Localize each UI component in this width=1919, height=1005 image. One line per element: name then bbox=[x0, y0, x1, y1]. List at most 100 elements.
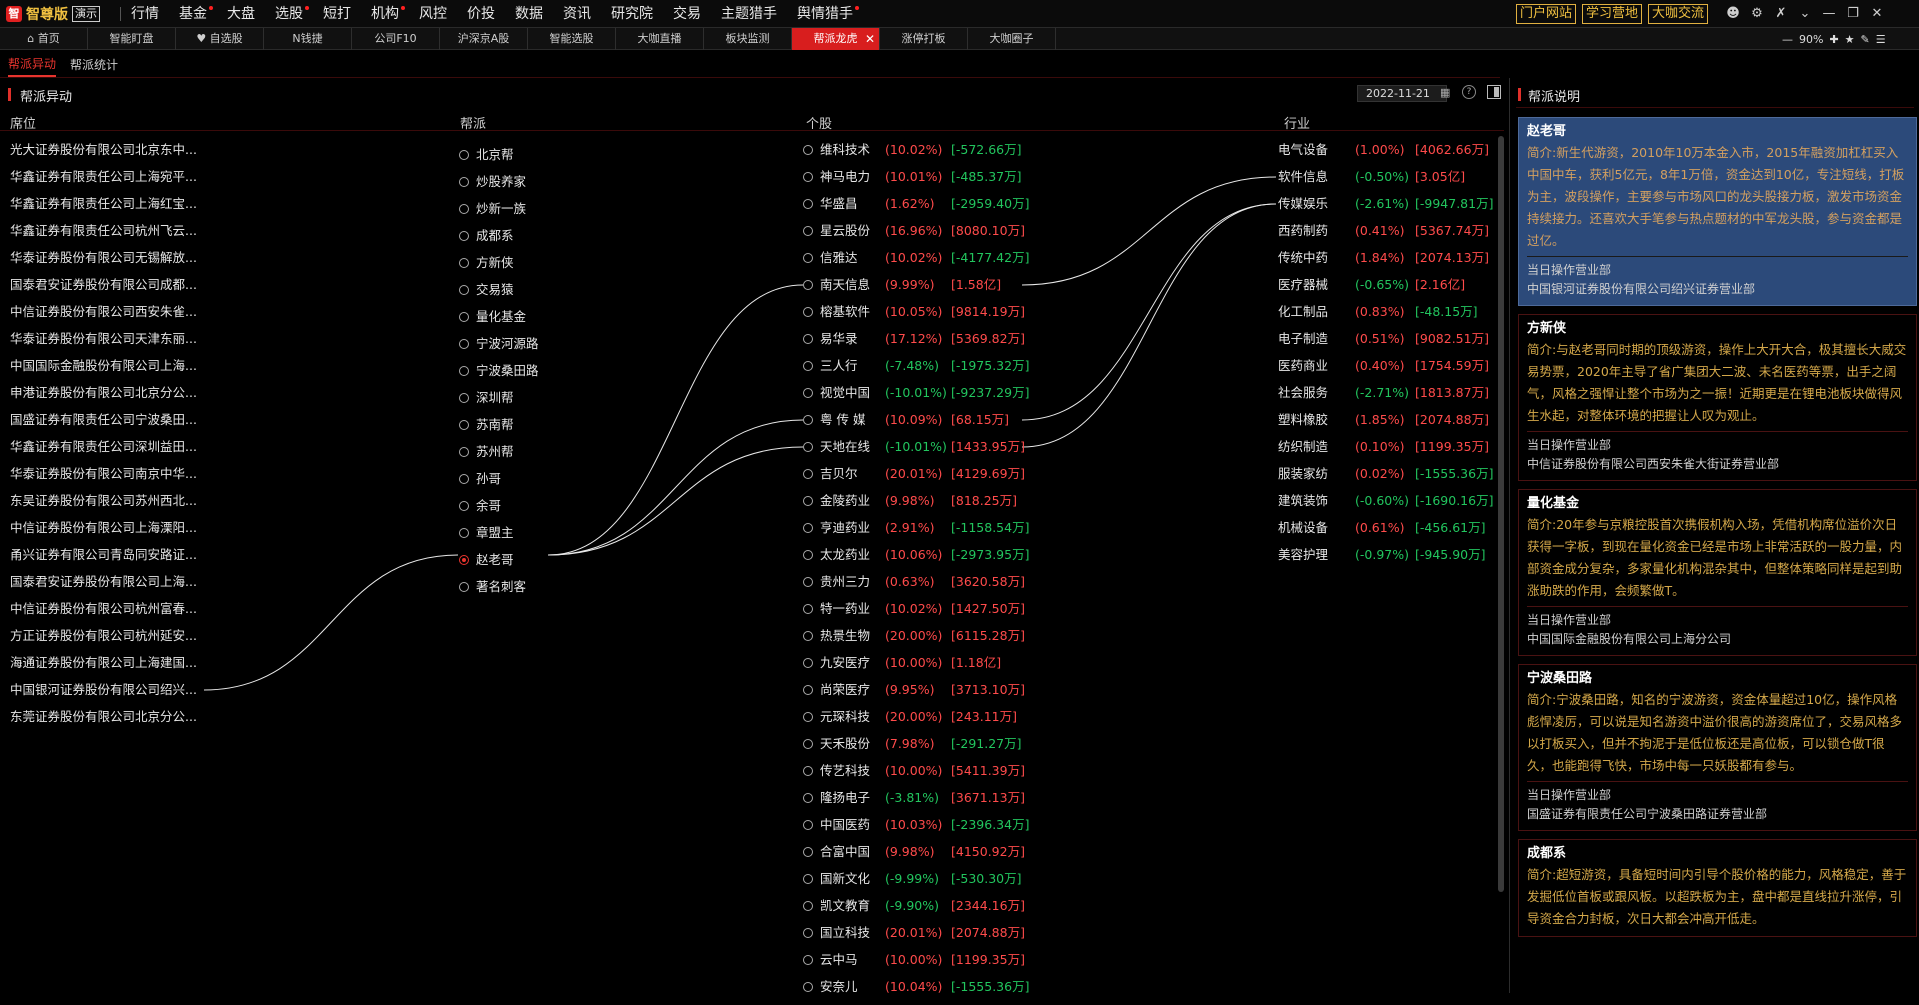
stock-item[interactable]: 云中马 (10.00%) [1199.35万] bbox=[803, 951, 1025, 978]
stock-item[interactable]: 特一药业 (10.02%) [1427.50万] bbox=[803, 600, 1025, 627]
gang-item[interactable]: 苏州帮 bbox=[459, 438, 539, 465]
tab-10[interactable]: 涨停打板 bbox=[880, 28, 968, 50]
stock-item[interactable]: 九安医疗 (10.00%) [1.18亿] bbox=[803, 654, 1023, 681]
seat-item[interactable]: 国泰君安证券股份有限公司上海... bbox=[10, 573, 197, 600]
tab-4[interactable]: 公司F10 bbox=[352, 28, 440, 50]
seat-item[interactable]: 华鑫证券有限责任公司杭州飞云... bbox=[10, 222, 197, 249]
stock-item[interactable]: 元琛科技 (20.00%) [243.11万] bbox=[803, 708, 1023, 735]
gang-radio[interactable] bbox=[459, 446, 469, 457]
industry-item[interactable]: 社会服务 (-2.71%) [1813.87万] bbox=[1276, 384, 1498, 411]
stock-radio[interactable] bbox=[803, 766, 813, 776]
gang-item[interactable]: 余哥 bbox=[459, 492, 539, 519]
tab-11[interactable]: 大咖圈子 bbox=[968, 28, 1056, 50]
stock-item[interactable]: 国立科技 (20.01%) [2074.88万] bbox=[803, 924, 1025, 951]
stock-item[interactable]: 传艺科技 (10.00%) [5411.39万] bbox=[803, 762, 1025, 789]
seat-item[interactable]: 国盛证券有限责任公司宁波桑田... bbox=[10, 411, 197, 438]
stock-item[interactable]: 吉贝尔 (20.01%) [4129.69万] bbox=[803, 465, 1025, 492]
gang-item[interactable]: 赵老哥 bbox=[459, 546, 539, 573]
gang-item[interactable]: 方新侠 bbox=[459, 249, 539, 276]
stock-radio[interactable] bbox=[803, 415, 813, 425]
industry-item[interactable]: 软件信息 (-0.50%) [3.05亿] bbox=[1276, 168, 1498, 195]
gang-radio[interactable] bbox=[459, 338, 469, 349]
menu-item-4[interactable]: 短打 bbox=[313, 0, 361, 28]
stock-item[interactable]: 粤 传 媒 (10.09%) [68.15万] bbox=[803, 411, 1023, 438]
tab-6[interactable]: 智能选股 bbox=[528, 28, 616, 50]
edit-icon[interactable]: ✎ bbox=[1861, 33, 1870, 46]
industry-item[interactable]: 美容护理 (-0.97%) [-945.90万] bbox=[1276, 546, 1498, 573]
menu-item-5[interactable]: 机构 bbox=[361, 0, 409, 28]
stock-radio[interactable] bbox=[803, 847, 813, 857]
gang-radio[interactable] bbox=[459, 527, 469, 538]
industry-item[interactable]: 医药商业 (0.40%) [1754.59万] bbox=[1276, 357, 1498, 384]
restore-icon[interactable]: ❐ bbox=[1844, 4, 1862, 22]
industry-item[interactable]: 电气设备 (1.00%) [4062.66万] bbox=[1276, 141, 1498, 168]
stock-radio[interactable] bbox=[803, 793, 813, 803]
gang-radio[interactable] bbox=[459, 365, 469, 376]
seat-item[interactable]: 方正证券股份有限公司杭州延安... bbox=[10, 627, 197, 654]
stock-radio[interactable] bbox=[803, 604, 813, 614]
settings-icon[interactable]: ⚙ bbox=[1748, 4, 1766, 22]
seat-item[interactable]: 光大证券股份有限公司北京东中... bbox=[10, 141, 197, 168]
stock-radio[interactable] bbox=[803, 172, 813, 182]
gang-card[interactable]: 宁波桑田路 简介:宁波桑田路，知名的宁波游资，资金体量超过10亿，操作风格彪悍凌厉… bbox=[1518, 664, 1917, 831]
gang-radio[interactable] bbox=[459, 473, 469, 484]
industry-item[interactable]: 纺织制造 (0.10%) [1199.35万] bbox=[1276, 438, 1498, 465]
stock-radio[interactable] bbox=[803, 901, 813, 911]
stock-item[interactable]: 凯文教育 (-9.90%) [2344.16万] bbox=[803, 897, 1025, 924]
stock-radio[interactable] bbox=[803, 145, 813, 155]
gang-radio[interactable] bbox=[459, 554, 469, 565]
stock-radio[interactable] bbox=[803, 874, 813, 884]
zoom-out-icon[interactable]: — bbox=[1782, 33, 1793, 46]
stock-item[interactable]: 三人行 (-7.48%) [-1975.32万] bbox=[803, 357, 1029, 384]
help-icon[interactable]: ? bbox=[1462, 85, 1476, 99]
industry-item[interactable]: 电子制造 (0.51%) [9082.51万] bbox=[1276, 330, 1498, 357]
tab-5[interactable]: 沪深京A股 bbox=[440, 28, 528, 50]
stock-radio[interactable] bbox=[803, 550, 813, 560]
stock-radio[interactable] bbox=[803, 226, 813, 236]
close-tab-icon[interactable]: ✕ bbox=[865, 28, 875, 50]
seat-item[interactable]: 国泰君安证券股份有限公司成都... bbox=[10, 276, 197, 303]
menu-item-9[interactable]: 资讯 bbox=[553, 0, 601, 28]
stock-item[interactable]: 安奈儿 (10.04%) [-1555.36万] bbox=[803, 978, 1029, 1005]
learning-link[interactable]: 学习营地 bbox=[1582, 4, 1643, 24]
stock-item[interactable]: 热景生物 (20.00%) [6115.28万] bbox=[803, 627, 1025, 654]
stock-radio[interactable] bbox=[803, 631, 813, 641]
tab-0[interactable]: ⌂ 首页 bbox=[0, 28, 88, 50]
stock-radio[interactable] bbox=[803, 469, 813, 479]
calendar-icon[interactable]: ▦ bbox=[1440, 86, 1450, 99]
gang-radio[interactable] bbox=[459, 419, 469, 430]
seat-item[interactable]: 华泰证券股份有限公司南京中华... bbox=[10, 465, 197, 492]
subtab-gang-moves[interactable]: 帮派异动 bbox=[8, 53, 57, 77]
stock-item[interactable]: 中国医药 (10.03%) [-2396.34万] bbox=[803, 816, 1029, 843]
stock-radio[interactable] bbox=[803, 361, 813, 371]
user-icon[interactable]: ☻ bbox=[1724, 4, 1742, 22]
stock-radio[interactable] bbox=[803, 658, 813, 668]
seat-item[interactable]: 华泰证券股份有限公司无锡解放... bbox=[10, 249, 197, 276]
scrollbar[interactable] bbox=[1498, 136, 1504, 892]
industry-item[interactable]: 塑料橡胶 (1.85%) [2074.88万] bbox=[1276, 411, 1498, 438]
stock-radio[interactable] bbox=[803, 982, 813, 992]
seat-item[interactable]: 中国银河证券股份有限公司绍兴... bbox=[10, 681, 197, 708]
layout-toggle-icon[interactable] bbox=[1487, 85, 1501, 99]
gang-radio[interactable] bbox=[459, 392, 469, 403]
menu-item-11[interactable]: 交易 bbox=[663, 0, 711, 28]
gang-item[interactable]: 交易猿 bbox=[459, 276, 539, 303]
stock-item[interactable]: 南天信息 (9.99%) [1.58亿] bbox=[803, 276, 1023, 303]
zoom-in-icon[interactable]: ✚ bbox=[1829, 33, 1838, 46]
stock-radio[interactable] bbox=[803, 685, 813, 695]
gang-card[interactable]: 成都系 简介:超短游资，具备短时间内引导个股价格的能力，风格稳定，善于发掘低位首板… bbox=[1518, 839, 1917, 937]
stock-item[interactable]: 维科技术 (10.02%) [-572.66万] bbox=[803, 141, 1023, 168]
stock-radio[interactable] bbox=[803, 577, 813, 587]
unlink-icon[interactable]: ✗ bbox=[1772, 4, 1790, 22]
stock-item[interactable]: 隆扬电子 (-3.81%) [3671.13万] bbox=[803, 789, 1025, 816]
industry-item[interactable]: 西药制药 (0.41%) [5367.74万] bbox=[1276, 222, 1498, 249]
seat-item[interactable]: 东莞证券股份有限公司北京分公... bbox=[10, 708, 197, 735]
stock-item[interactable]: 国新文化 (-9.99%) [-530.30万] bbox=[803, 870, 1023, 897]
tab-2[interactable]: ♥ 自选股 bbox=[176, 28, 264, 50]
stock-item[interactable]: 合富中国 (9.98%) [4150.92万] bbox=[803, 843, 1025, 870]
stock-item[interactable]: 太龙药业 (10.06%) [-2973.95万] bbox=[803, 546, 1029, 573]
gang-item[interactable]: 章盟主 bbox=[459, 519, 539, 546]
menu-item-3[interactable]: 选股 bbox=[265, 0, 313, 28]
gang-radio[interactable] bbox=[459, 311, 469, 322]
stock-radio[interactable] bbox=[803, 712, 813, 722]
